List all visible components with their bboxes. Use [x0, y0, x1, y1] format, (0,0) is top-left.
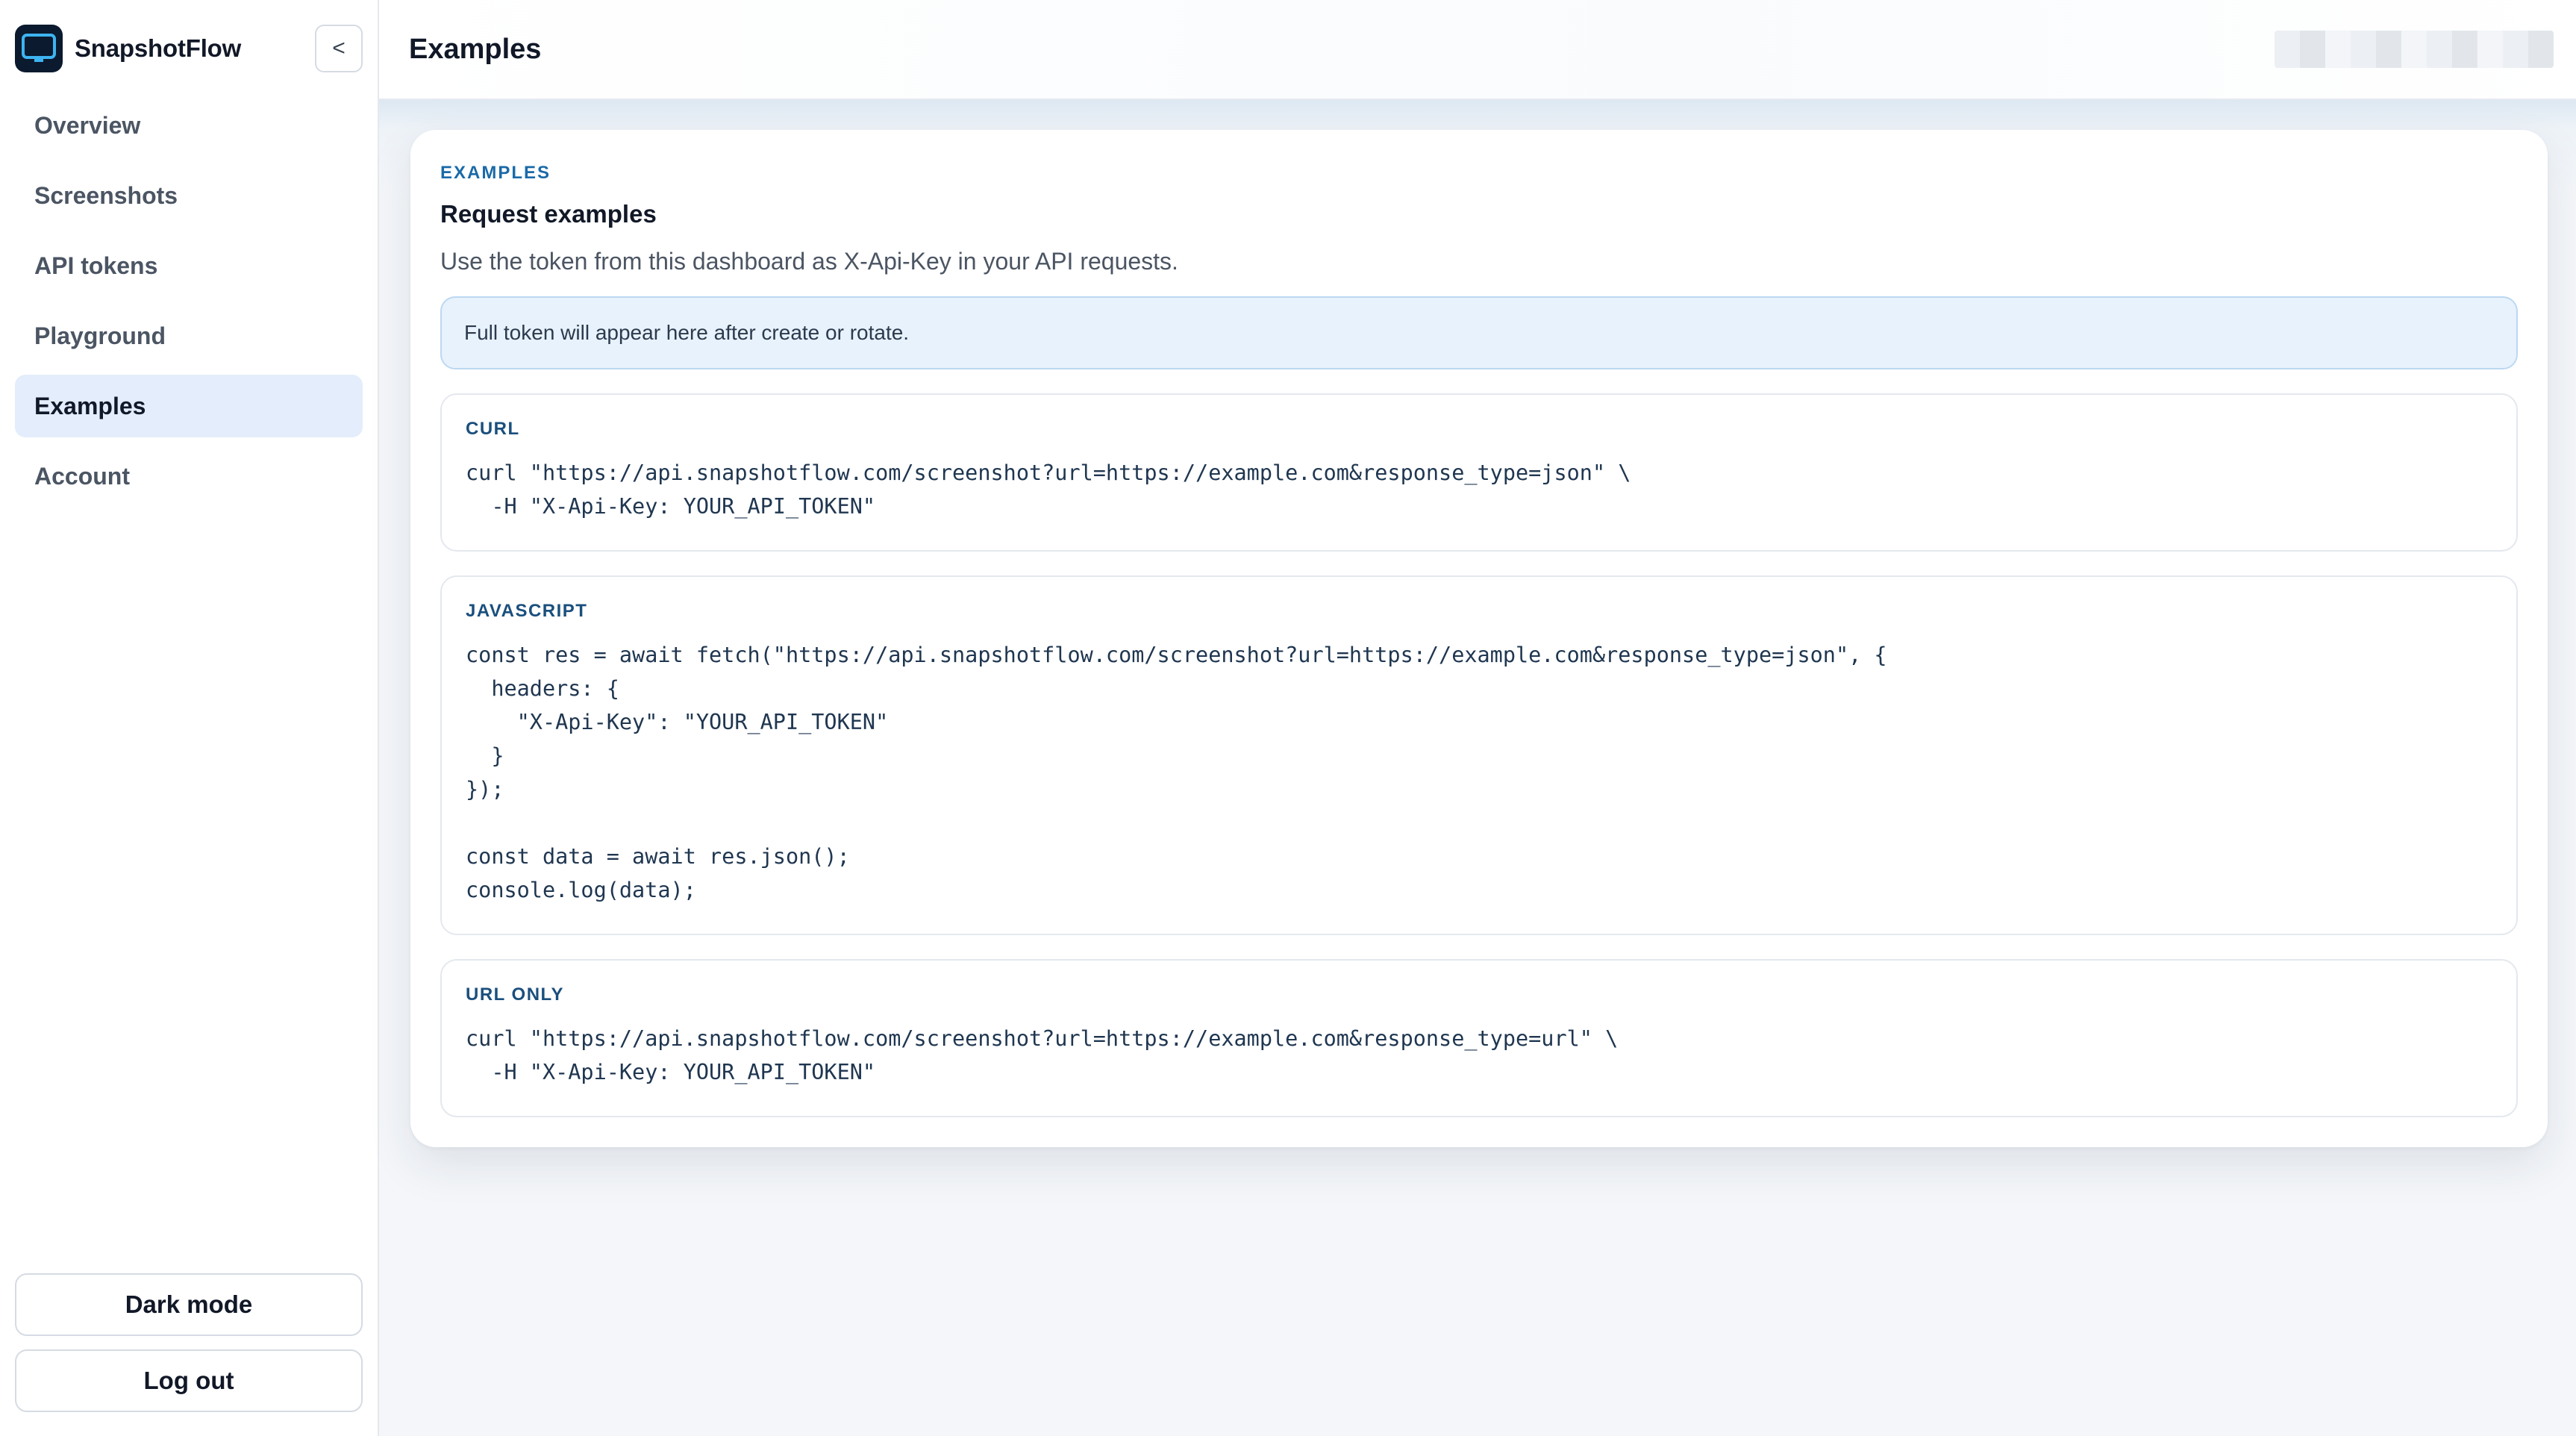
code-block[interactable]: curl "https://api.snapshotflow.com/scree…: [466, 456, 2492, 523]
code-block[interactable]: curl "https://api.snapshotflow.com/scree…: [466, 1022, 2492, 1089]
dark-mode-button[interactable]: Dark mode: [15, 1273, 363, 1336]
section-eyebrow: EXAMPLES: [440, 163, 551, 183]
sidebar-item-screenshots[interactable]: Screenshots: [15, 164, 363, 227]
content: EXAMPLES Request examples Use the token …: [379, 100, 2576, 1436]
sidebar-item-label: Screenshots: [34, 181, 178, 209]
example-javascript: JAVASCRIPT const res = await fetch("http…: [440, 575, 2518, 935]
sidebar-item-api-tokens[interactable]: API tokens: [15, 234, 363, 297]
sidebar-item-overview[interactable]: Overview: [15, 94, 363, 157]
code-block[interactable]: const res = await fetch("https://api.sna…: [466, 638, 2492, 907]
brand: SnapshotFlow <: [15, 22, 363, 75]
chevron-left-icon: <: [332, 36, 346, 60]
card-description: Use the token from this dashboard as X-A…: [440, 248, 1178, 275]
logout-button[interactable]: Log out: [15, 1349, 363, 1412]
main-area: Examples EXAMPLES Request examples Use t…: [379, 0, 2576, 1436]
monitor-icon: [15, 25, 63, 72]
sidebar-nav: Overview Screenshots API tokens Playgrou…: [15, 94, 363, 508]
sidebar: SnapshotFlow < Overview Screenshots API …: [0, 0, 379, 1436]
example-label: URL ONLY: [466, 984, 565, 1005]
brand-name: SnapshotFlow: [75, 34, 242, 62]
sidebar-item-label: Overview: [34, 111, 141, 139]
examples-card: EXAMPLES Request examples Use the token …: [410, 130, 2548, 1147]
sidebar-item-label: Examples: [34, 392, 146, 419]
sidebar-item-account[interactable]: Account: [15, 445, 363, 508]
sidebar-item-label: Playground: [34, 322, 166, 349]
example-label: JAVASCRIPT: [466, 601, 588, 621]
sidebar-item-label: API tokens: [34, 252, 158, 279]
sidebar-item-playground[interactable]: Playground: [15, 305, 363, 367]
sidebar-footer: Dark mode Log out: [15, 1273, 363, 1412]
user-account-chip[interactable]: [2275, 31, 2554, 68]
card-title: Request examples: [440, 200, 657, 228]
example-curl: CURL curl "https://api.snapshotflow.com/…: [440, 393, 2518, 552]
page-title: Examples: [409, 33, 542, 65]
token-notice: Full token will appear here after create…: [440, 296, 2518, 369]
collapse-sidebar-button[interactable]: <: [315, 25, 363, 72]
example-url-only: URL ONLY curl "https://api.snapshotflow.…: [440, 959, 2518, 1117]
topbar: Examples: [379, 0, 2576, 100]
app-shell: SnapshotFlow < Overview Screenshots API …: [0, 0, 2576, 1436]
sidebar-item-label: Account: [34, 462, 130, 490]
example-label: CURL: [466, 419, 520, 439]
sidebar-item-examples[interactable]: Examples: [15, 375, 363, 437]
